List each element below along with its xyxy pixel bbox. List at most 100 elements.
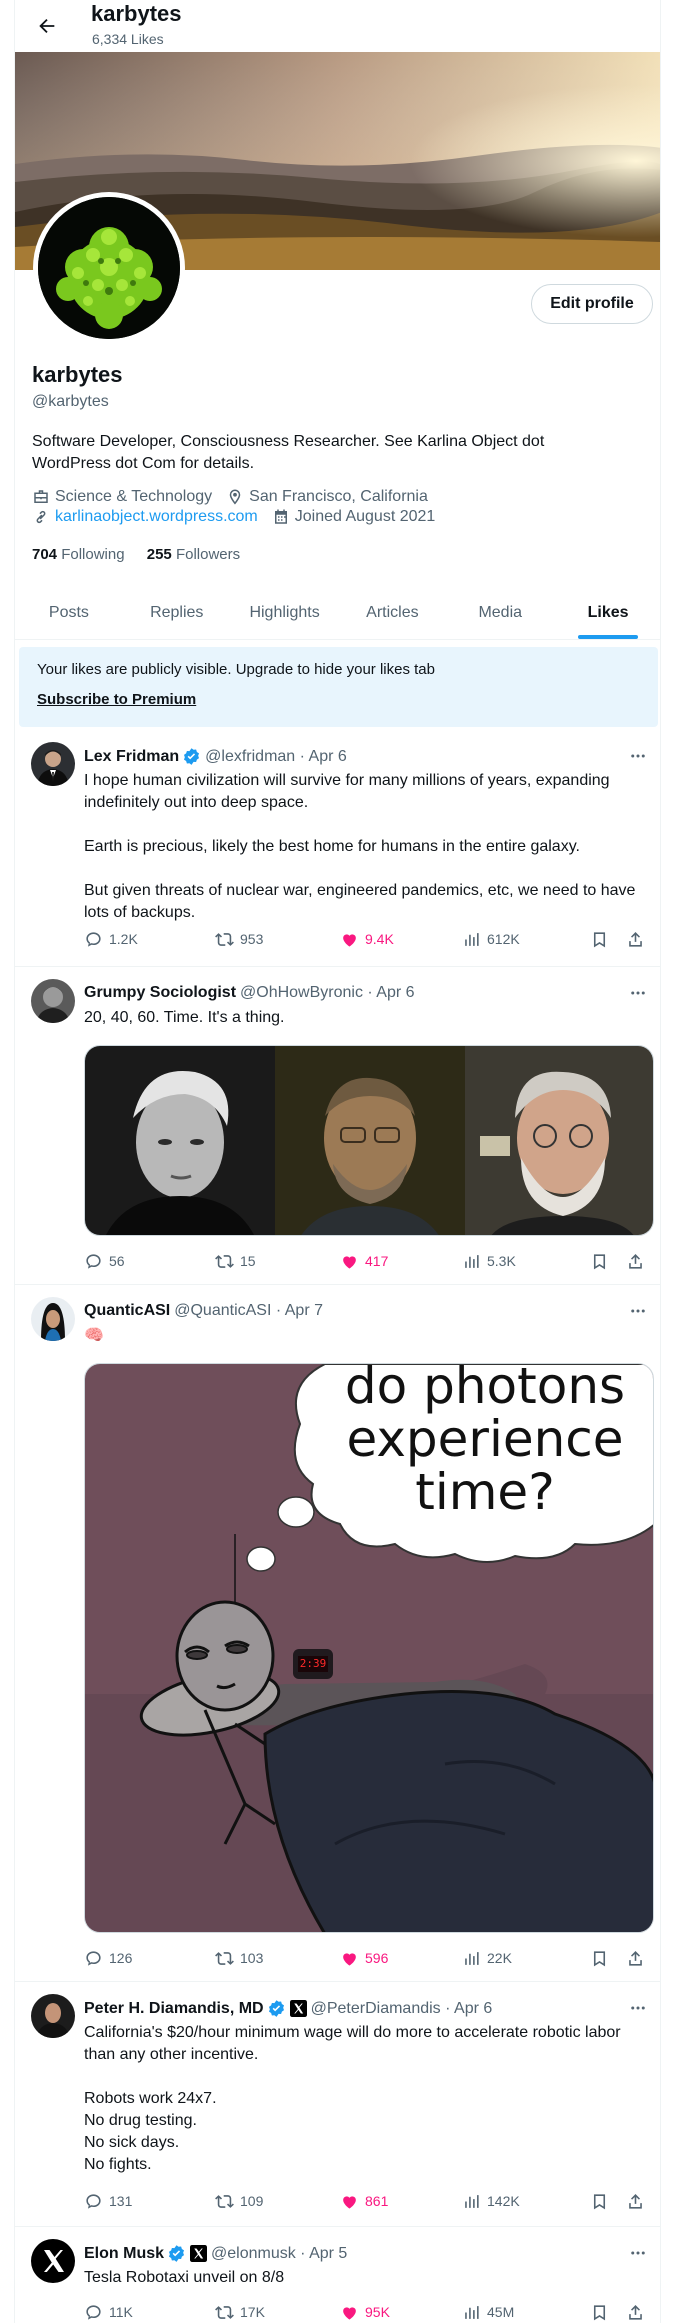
- tab-highlights[interactable]: Highlights: [231, 587, 339, 639]
- tab-replies[interactable]: Replies: [123, 587, 231, 639]
- clock-time-text: 2:39: [299, 1657, 327, 1670]
- profile-avatar[interactable]: [33, 192, 185, 344]
- repost-count: 953: [240, 931, 264, 947]
- tab-articles[interactable]: Articles: [338, 587, 446, 639]
- tweet-item[interactable]: Peter H. Diamandis, MD @PeterDiamandis ·…: [15, 1982, 660, 2227]
- bookmark-button[interactable]: [590, 2303, 615, 2322]
- tweet-item[interactable]: Grumpy Sociologist @OhHowByronic · Apr 6…: [15, 967, 660, 1285]
- more-options-button[interactable]: [626, 1299, 650, 1323]
- like-count: 861: [365, 2193, 389, 2209]
- like-button[interactable]: 417: [340, 1252, 388, 1271]
- repost-count: 17K: [240, 2304, 265, 2320]
- tweet-avatar[interactable]: [31, 979, 75, 1023]
- tweet-item[interactable]: Lex Fridman @lexfridman · Apr 6 I hope h…: [15, 730, 660, 967]
- tab-media[interactable]: Media: [446, 587, 554, 639]
- tweet-handle-date: @PeterDiamandis · Apr 6: [310, 1999, 493, 2017]
- tweet-actions: 11K 17K 95K 45M: [84, 2301, 649, 2323]
- website-link[interactable]: karlinaobject.wordpress.com: [55, 508, 258, 526]
- tweet-actions: 131 109 861 142K: [84, 2190, 649, 2212]
- bookmark-button[interactable]: [590, 2192, 615, 2211]
- repost-button[interactable]: 953: [215, 930, 263, 949]
- reply-icon: [84, 2192, 103, 2211]
- bookmark-button[interactable]: [590, 1949, 615, 1968]
- view-count: 45M: [487, 2304, 515, 2320]
- avatar-image: [38, 197, 180, 339]
- views-button[interactable]: 22K: [462, 1949, 512, 1968]
- tweet-avatar[interactable]: [31, 2239, 75, 2283]
- views-button[interactable]: 142K: [462, 2192, 520, 2211]
- tab-likes[interactable]: Likes: [554, 587, 660, 639]
- tweet-author-name[interactable]: Grumpy Sociologist: [84, 984, 236, 1002]
- tweet-image[interactable]: [84, 1045, 654, 1236]
- repost-button[interactable]: 15: [215, 1252, 256, 1271]
- repost-button[interactable]: 17K: [215, 2303, 265, 2322]
- repost-count: 109: [240, 2193, 264, 2209]
- x-affiliate-badge-icon: [190, 2245, 208, 2262]
- bookmark-icon: [590, 1252, 609, 1271]
- views-button[interactable]: 45M: [462, 2303, 514, 2322]
- bookmark-button[interactable]: [590, 930, 615, 949]
- edit-profile-button[interactable]: Edit profile: [531, 284, 653, 324]
- notice-text: Your likes are publicly visible. Upgrade…: [37, 661, 435, 678]
- share-button[interactable]: [626, 1252, 651, 1271]
- profile-tabs: Posts Replies Highlights Articles Media …: [15, 587, 660, 640]
- share-button[interactable]: [626, 930, 651, 949]
- tweet-author-name[interactable]: Lex Fridman: [84, 748, 179, 766]
- tweet-avatar[interactable]: [31, 742, 75, 786]
- profile-website[interactable]: karlinaobject.wordpress.com: [32, 508, 258, 526]
- views-button[interactable]: 5.3K: [462, 1252, 516, 1271]
- bookmark-button[interactable]: [590, 1252, 615, 1271]
- followers-link[interactable]: 255 Followers: [147, 546, 240, 563]
- repost-icon: [215, 2303, 234, 2322]
- following-link[interactable]: 704 Following: [32, 546, 125, 563]
- reply-button[interactable]: 11K: [84, 2303, 133, 2322]
- reply-button[interactable]: 56: [84, 1252, 125, 1271]
- like-button[interactable]: 596: [340, 1949, 388, 1968]
- tweet-item[interactable]: Elon Musk @elonmusk · Apr 5 Tesla Robota…: [15, 2227, 660, 2323]
- share-button[interactable]: [626, 2192, 651, 2211]
- more-options-button[interactable]: [626, 981, 650, 1005]
- briefcase-icon: [32, 488, 50, 506]
- like-button[interactable]: 95K: [340, 2303, 390, 2322]
- more-options-button[interactable]: [626, 2241, 650, 2265]
- share-button[interactable]: [626, 1949, 651, 1968]
- tweet-item[interactable]: QuanticASI @QuanticASI · Apr 7 🧠 do phot…: [15, 1285, 660, 1982]
- analytics-bars-icon: [462, 2303, 481, 2322]
- followers-label: Followers: [175, 546, 241, 563]
- more-options-button[interactable]: [626, 744, 650, 768]
- share-icon: [626, 930, 645, 949]
- tweet-author-name[interactable]: Elon Musk: [84, 2245, 164, 2263]
- more-dots-icon: [629, 1999, 647, 2017]
- share-button[interactable]: [626, 2303, 651, 2322]
- views-button[interactable]: 612K: [462, 930, 520, 949]
- x-affiliate-badge-icon: [289, 2000, 307, 2017]
- share-icon: [626, 1252, 645, 1271]
- back-button[interactable]: [29, 8, 65, 44]
- likes-visibility-notice: Your likes are publicly visible. Upgrade…: [19, 647, 658, 727]
- tab-posts[interactable]: Posts: [15, 587, 123, 639]
- reply-button[interactable]: 1.2K: [84, 930, 138, 949]
- more-options-button[interactable]: [626, 1996, 650, 2020]
- like-button[interactable]: 861: [340, 2192, 388, 2211]
- tweet-text: 🧠: [84, 1327, 104, 1344]
- following-count: 704: [32, 546, 58, 563]
- tweet-avatar[interactable]: [31, 1297, 75, 1341]
- repost-button[interactable]: 109: [215, 2192, 263, 2211]
- tweet-handle-date: @QuanticASI · Apr 7: [174, 1302, 323, 1319]
- reply-button[interactable]: 131: [84, 2192, 132, 2211]
- joined-text: Joined August 2021: [294, 508, 436, 525]
- repost-button[interactable]: 103: [215, 1949, 263, 1968]
- profile-category: Science & Technology: [32, 488, 212, 506]
- tweet-image[interactable]: do photons experience time? 2:39: [84, 1363, 654, 1933]
- reply-count: 11K: [109, 2304, 133, 2320]
- tweet-author-name[interactable]: Peter H. Diamandis, MD: [84, 2000, 264, 2018]
- reply-button[interactable]: 126: [84, 1949, 132, 1968]
- tweet-avatar[interactable]: [31, 1994, 75, 2038]
- like-button[interactable]: 9.4K: [340, 930, 394, 949]
- tweet-author-name[interactable]: QuanticASI: [84, 1302, 170, 1320]
- subscribe-premium-link[interactable]: Subscribe to Premium: [37, 691, 196, 708]
- location-text: San Francisco, California: [249, 488, 428, 505]
- reply-count: 126: [109, 1950, 133, 1966]
- reply-count: 56: [109, 1253, 125, 1269]
- more-dots-icon: [629, 2244, 647, 2262]
